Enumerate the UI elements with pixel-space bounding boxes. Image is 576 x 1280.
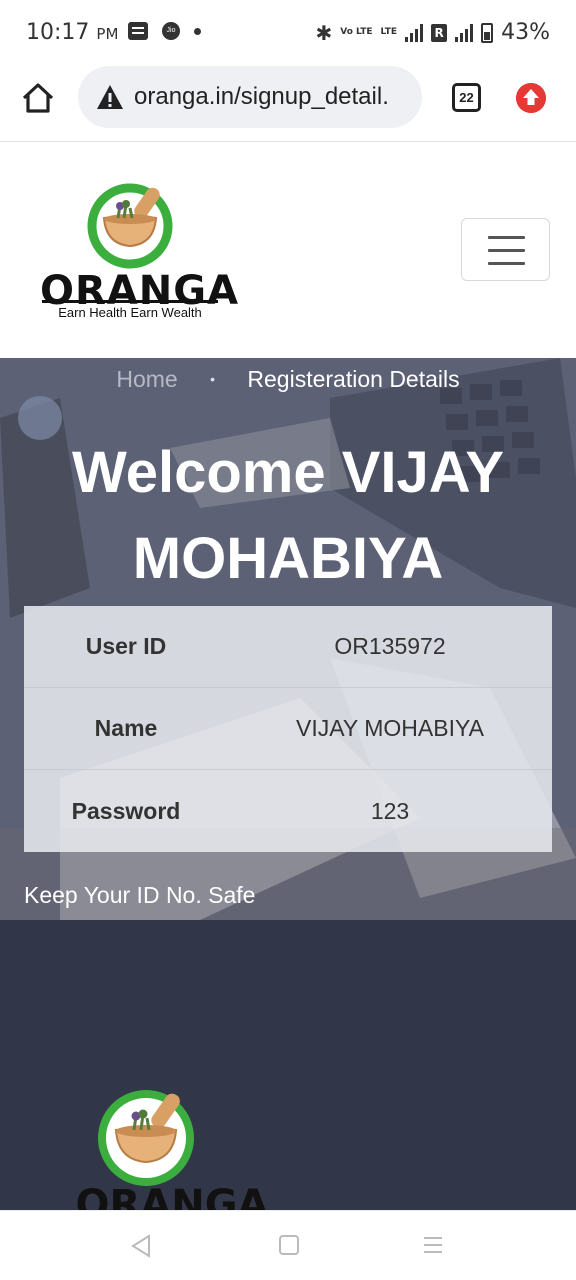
recent-apps-icon[interactable] [422,1234,444,1256]
url-text: oranga.in/signup_detail. [134,83,389,110]
menu-bar-icon [488,262,525,265]
user-id-value: OR135972 [334,633,446,659]
battery-percentage: 43% [501,20,550,45]
menu-bar-icon [488,236,525,239]
not-secure-warning-icon[interactable] [96,84,124,110]
address-bar[interactable]: oranga.in/signup_detail. [78,66,422,128]
home-square-icon[interactable] [278,1234,300,1256]
jio-notification-icon: Jio [162,22,180,40]
bluetooth-icon: ✱ [315,20,333,45]
home-icon[interactable] [20,80,56,116]
footer-brand-name: ORANGA [75,1182,269,1210]
breadcrumb-separator: • [210,371,216,387]
registration-details-table: User ID OR135972 Name VIJAY MOHABIYA Pas… [24,606,552,852]
hamburger-menu-button[interactable] [461,218,550,281]
keep-id-safe-note: Keep Your ID No. Safe [24,882,256,908]
clock: 10:17 PM [26,20,119,45]
name-label: Name [94,715,158,741]
system-navigation-bar [0,1210,576,1280]
tab-switcher-button[interactable]: 22 [452,83,481,112]
footer-logo[interactable]: ORANGA [75,1086,269,1210]
message-notification-icon [128,22,148,40]
page-title: Welcome VIJAY MOHABIYA [72,440,504,591]
lte-icon: LTE [380,27,398,37]
password-value: 123 [370,797,410,824]
signal-strength-2-icon [455,23,474,42]
back-icon[interactable] [130,1234,152,1258]
mortar-pestle-logo-icon [98,1090,194,1186]
volte-icon: Vo LTE [340,27,373,37]
name-value: VIJAY MOHABIYA [296,715,484,741]
site-header: ORANGA Earn Health Earn Wealth [0,142,576,358]
table-row: Password 123 [24,770,552,852]
roaming-icon: R [431,23,448,42]
oranga-logo[interactable]: ORANGA Earn Health Earn Wealth [40,178,238,320]
update-icon[interactable] [516,83,546,113]
breadcrumb-current: Registeration Details [247,366,460,392]
brand-tagline: Earn Health Earn Wealth [58,305,202,320]
table-row: User ID OR135972 [24,606,552,688]
status-bar: 10:17 PM Jio ✱ Vo LTE LTE R 43% [0,0,576,64]
mortar-pestle-logo-icon [87,183,173,269]
user-id-label: User ID [85,633,167,659]
more-notifications-dot-icon [194,27,201,35]
menu-bar-icon [488,249,525,252]
table-row: Name VIJAY MOHABIYA [24,688,552,770]
browser-toolbar: oranga.in/signup_detail. 22 [0,64,576,142]
brand-underline [42,300,218,303]
hero-section: Home • Registeration Details Welcome VIJ… [0,358,576,920]
signal-strength-icon [405,23,424,42]
breadcrumb: Home • Registeration Details [0,366,576,393]
breadcrumb-home-link[interactable]: Home [116,366,177,392]
password-label: Password [71,797,181,824]
battery-icon [481,22,494,43]
site-footer: ORANGA [0,920,576,1210]
